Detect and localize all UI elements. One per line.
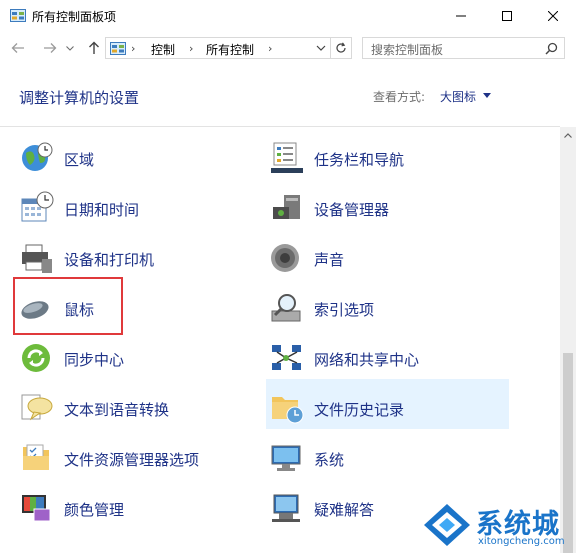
item-region[interactable]: 区域 (20, 137, 260, 179)
item-label: 文本到语音转换 (64, 401, 170, 419)
item-label: 设备管理器 (314, 201, 390, 219)
arrow-up-icon (89, 41, 99, 54)
recent-locations-button[interactable] (63, 38, 77, 58)
vertical-scrollbar[interactable] (560, 127, 576, 553)
view-by-label: 查看方式: (373, 90, 426, 104)
item-indexing-options[interactable]: 索引选项 (270, 287, 510, 329)
chevron-down-icon (66, 45, 74, 51)
item-device-manager[interactable]: 设备管理器 (270, 187, 510, 229)
item-network-sharing[interactable]: 网络和共享中心 (270, 337, 510, 379)
divider (0, 126, 560, 127)
item-system[interactable]: 系统 (270, 437, 510, 479)
item-label: 文件历史记录 (314, 401, 405, 419)
refresh-button[interactable] (331, 37, 352, 59)
color-management-icon (22, 495, 51, 522)
item-label: 设备和打印机 (64, 251, 155, 269)
calendar-clock-icon (21, 191, 54, 222)
breadcrumb-item[interactable]: 控制 (151, 41, 175, 58)
item-devices-printers[interactable]: 设备和打印机 (20, 237, 260, 279)
forward-button[interactable] (40, 38, 60, 58)
search-icon[interactable] (545, 42, 558, 55)
item-color-management[interactable]: 颜色管理 (20, 487, 260, 529)
arrow-right-icon (44, 43, 57, 53)
item-label: 文件资源管理器选项 (64, 451, 200, 469)
troubleshoot-icon (272, 494, 300, 522)
arrow-left-icon (11, 43, 24, 53)
network-icon (272, 345, 301, 370)
breadcrumb-item[interactable]: 所有控制 (206, 41, 254, 58)
control-panel-icon (110, 42, 126, 55)
folder-options-icon (23, 444, 49, 470)
device-manager-icon (273, 195, 300, 219)
refresh-icon (336, 42, 346, 53)
caret-down-icon[interactable] (483, 93, 491, 98)
page-title: 调整计算机的设置 (19, 89, 140, 107)
scroll-up-button[interactable] (560, 127, 576, 144)
window-title: 所有控制面板项 (32, 10, 117, 24)
item-label: 疑难解答 (314, 501, 375, 519)
watermark: 系统城 xitongcheng.com (418, 500, 576, 553)
item-label: 索引选项 (314, 301, 375, 319)
breadcrumb-separator-icon[interactable]: › (131, 42, 135, 55)
globe-clock-icon (22, 142, 53, 171)
folder-clock-icon (272, 397, 304, 424)
speaker-icon (271, 244, 299, 272)
minimize-icon (456, 15, 466, 17)
item-text-to-speech[interactable]: 文本到语音转换 (20, 387, 260, 429)
view-by-dropdown[interactable]: 大图标 (440, 88, 476, 105)
watermark-logo-icon (424, 504, 470, 546)
item-label: 同步中心 (64, 351, 125, 369)
breadcrumb-separator-icon[interactable]: › (268, 42, 272, 55)
monitor-icon (271, 445, 301, 471)
title-bar: 所有控制面板项 (0, 0, 576, 32)
search-input[interactable]: 搜索控制面板 (362, 37, 565, 59)
sync-icon (22, 344, 50, 372)
item-label: 区域 (64, 151, 95, 169)
maximize-icon (502, 11, 512, 21)
back-button[interactable] (8, 38, 28, 58)
magnifier-drive-icon (271, 294, 301, 322)
annotation-highlight-box (13, 277, 123, 335)
minimize-button[interactable] (438, 0, 484, 32)
item-sync-center[interactable]: 同步中心 (20, 337, 260, 379)
watermark-url: xitongcheng.com (478, 536, 565, 547)
item-file-history[interactable]: 文件历史记录 (270, 387, 510, 429)
search-placeholder: 搜索控制面板 (371, 43, 444, 57)
item-label: 日期和时间 (64, 201, 140, 219)
item-sound[interactable]: 声音 (270, 237, 510, 279)
close-button[interactable] (530, 0, 576, 32)
address-bar[interactable]: › 控制 › 所有控制 › (105, 37, 331, 59)
maximize-button[interactable] (484, 0, 530, 32)
item-taskbar-navigation[interactable]: 任务栏和导航 (270, 137, 510, 179)
taskbar-icon (271, 142, 303, 173)
chevron-up-icon (564, 133, 572, 138)
breadcrumb-separator-icon[interactable]: › (189, 42, 193, 55)
address-dropdown-icon[interactable] (315, 42, 327, 54)
item-label: 声音 (314, 251, 345, 269)
item-label: 网络和共享中心 (314, 351, 420, 369)
close-icon (548, 11, 558, 21)
item-label: 任务栏和导航 (314, 151, 405, 169)
item-label: 颜色管理 (64, 501, 125, 519)
up-button[interactable] (84, 38, 104, 58)
item-label: 系统 (314, 451, 345, 469)
printer-icon (22, 244, 52, 273)
speech-bubble-icon (21, 394, 53, 421)
item-date-time[interactable]: 日期和时间 (20, 187, 260, 229)
control-panel-icon (10, 9, 26, 22)
item-file-explorer-options[interactable]: 文件资源管理器选项 (20, 437, 260, 479)
